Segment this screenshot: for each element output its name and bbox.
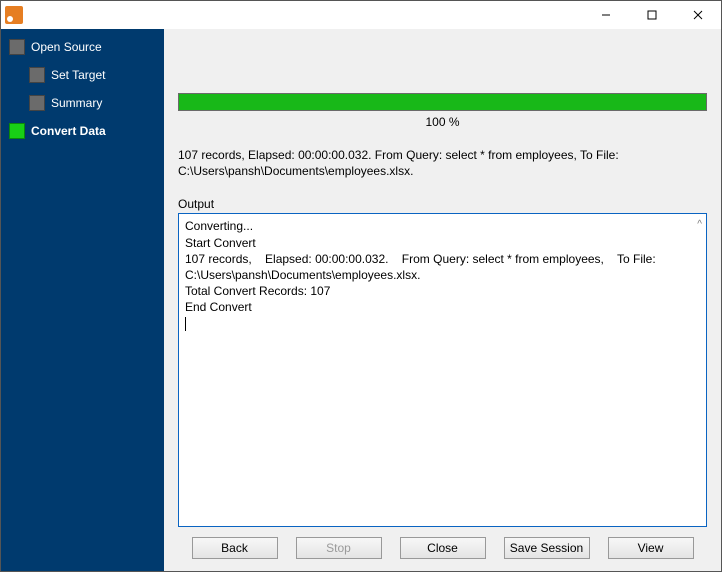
progress-bar [178, 93, 707, 111]
close-window-button[interactable] [675, 1, 721, 29]
progress-percent-label: 100 % [178, 115, 707, 129]
sidebar: Open Source Set Target Summary Convert D… [1, 29, 164, 571]
sidebar-item-summary[interactable]: Summary [1, 89, 164, 117]
output-textarea[interactable]: Converting... Start Convert 107 records,… [178, 213, 707, 527]
maximize-button[interactable] [629, 1, 675, 29]
text-cursor [185, 317, 186, 331]
close-icon [693, 10, 703, 20]
body-row: Open Source Set Target Summary Convert D… [1, 29, 721, 571]
tree-node-icon [29, 67, 45, 83]
main-panel: 100 % 107 records, Elapsed: 00:00:00.032… [164, 29, 721, 571]
tree-node-icon [9, 39, 25, 55]
status-text: 107 records, Elapsed: 00:00:00.032. From… [178, 147, 707, 179]
titlebar [1, 1, 721, 29]
minimize-icon [601, 10, 611, 20]
output-label: Output [178, 197, 707, 211]
stop-button: Stop [296, 537, 382, 559]
app-icon [5, 6, 23, 24]
sidebar-item-label: Set Target [51, 68, 105, 82]
tree-node-active-icon [9, 123, 25, 139]
maximize-icon [647, 10, 657, 20]
output-content: Converting... Start Convert 107 records,… [185, 219, 659, 314]
save-session-button[interactable]: Save Session [504, 537, 590, 559]
sidebar-item-label: Summary [51, 96, 102, 110]
app-window: Open Source Set Target Summary Convert D… [0, 0, 722, 572]
sidebar-item-label: Convert Data [31, 124, 106, 138]
sidebar-item-set-target[interactable]: Set Target [1, 61, 164, 89]
close-button[interactable]: Close [400, 537, 486, 559]
view-button[interactable]: View [608, 537, 694, 559]
back-button[interactable]: Back [192, 537, 278, 559]
sidebar-item-open-source[interactable]: Open Source [1, 33, 164, 61]
button-row: Back Stop Close Save Session View [178, 527, 707, 563]
sidebar-item-label: Open Source [31, 40, 102, 54]
sidebar-item-convert-data[interactable]: Convert Data [1, 117, 164, 145]
scroll-up-icon: ^ [697, 218, 702, 232]
minimize-button[interactable] [583, 1, 629, 29]
tree-node-icon [29, 95, 45, 111]
progress-area: 100 % [178, 93, 707, 129]
